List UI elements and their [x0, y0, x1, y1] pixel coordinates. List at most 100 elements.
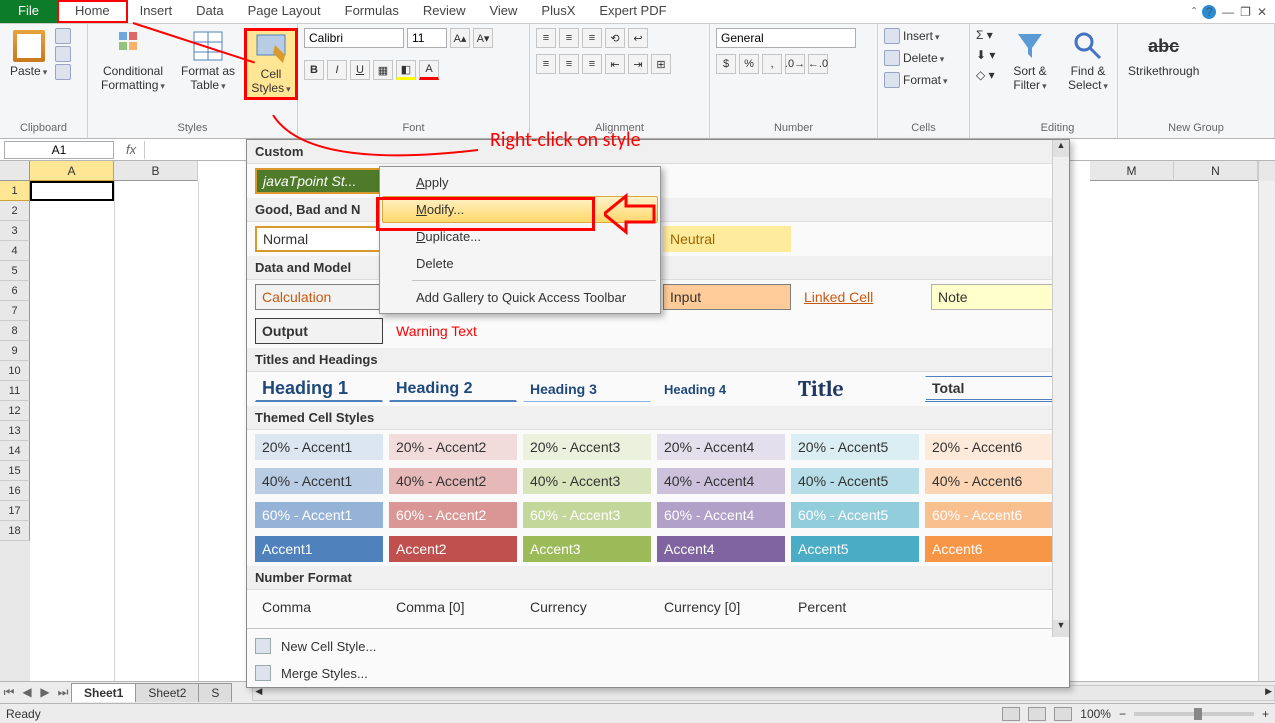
style-heading2[interactable]: Heading 2: [389, 376, 517, 402]
font-name-input[interactable]: [304, 28, 404, 48]
orientation-icon[interactable]: ⟲: [605, 28, 625, 48]
style-warning-text[interactable]: Warning Text: [389, 318, 517, 344]
window-restore-icon[interactable]: ❐: [1240, 5, 1251, 19]
font-color-button[interactable]: A: [419, 60, 439, 80]
decrease-indent-icon[interactable]: ⇤: [605, 54, 625, 74]
row-header[interactable]: 16: [0, 481, 30, 501]
align-left-icon[interactable]: ≡: [536, 54, 556, 74]
autosum-button[interactable]: Σ ▾: [976, 28, 995, 42]
align-middle-icon[interactable]: ≡: [559, 28, 579, 48]
tab-formulas[interactable]: Formulas: [333, 0, 411, 23]
sort-filter-button[interactable]: Sort & Filter: [1004, 28, 1056, 94]
style-currency0[interactable]: Currency [0]: [657, 594, 785, 620]
style-20-accent1[interactable]: 20% - Accent1: [255, 434, 383, 460]
row-header[interactable]: 11: [0, 381, 30, 401]
sheet-nav-prev-icon[interactable]: ◀: [18, 685, 36, 700]
col-header-n[interactable]: N: [1174, 161, 1258, 181]
conditional-formatting-button[interactable]: Conditional Formatting: [94, 28, 172, 94]
scroll-up-icon[interactable]: ▲: [1053, 140, 1069, 157]
window-close-icon[interactable]: ✕: [1257, 5, 1267, 19]
format-as-table-button[interactable]: Format as Table: [176, 28, 240, 94]
tab-plusx[interactable]: PlusX: [529, 0, 587, 23]
style-60-accent2[interactable]: 60% - Accent2: [389, 502, 517, 528]
new-cell-style-button[interactable]: New Cell Style...: [247, 633, 1069, 660]
style-20-accent2[interactable]: 20% - Accent2: [389, 434, 517, 460]
row-header[interactable]: 14: [0, 441, 30, 461]
style-40-accent6[interactable]: 40% - Accent6: [925, 468, 1053, 494]
tab-expert-pdf[interactable]: Expert PDF: [587, 0, 678, 23]
style-accent3[interactable]: Accent3: [523, 536, 651, 562]
col-header-b[interactable]: B: [114, 161, 198, 181]
insert-cells-button[interactable]: Insert: [884, 28, 948, 44]
style-input[interactable]: Input: [663, 284, 791, 310]
view-normal-icon[interactable]: [1002, 707, 1020, 721]
zoom-slider[interactable]: [1134, 712, 1254, 716]
zoom-in-icon[interactable]: +: [1262, 707, 1269, 721]
format-cells-button[interactable]: Format: [884, 72, 948, 88]
style-accent4[interactable]: Accent4: [657, 536, 785, 562]
style-comma0[interactable]: Comma [0]: [389, 594, 517, 620]
align-top-icon[interactable]: ≡: [536, 28, 556, 48]
view-page-break-icon[interactable]: [1054, 707, 1072, 721]
style-comma[interactable]: Comma: [255, 594, 383, 620]
row-header[interactable]: 17: [0, 501, 30, 521]
format-painter-icon[interactable]: [55, 64, 71, 80]
ctx-apply[interactable]: AApplypply: [382, 169, 658, 196]
style-percent[interactable]: Percent: [791, 594, 919, 620]
row-header[interactable]: 5: [0, 261, 30, 281]
zoom-level[interactable]: 100%: [1080, 707, 1111, 721]
align-center-icon[interactable]: ≡: [559, 54, 579, 74]
tab-page-layout[interactable]: Page Layout: [236, 0, 333, 23]
delete-cells-button[interactable]: Delete: [884, 50, 948, 66]
style-40-accent3[interactable]: 40% - Accent3: [523, 468, 651, 494]
ctx-delete[interactable]: Delete: [382, 250, 658, 277]
row-header[interactable]: 12: [0, 401, 30, 421]
tab-home[interactable]: Home: [57, 0, 128, 23]
row-header[interactable]: 8: [0, 321, 30, 341]
cell-styles-button[interactable]: Cell Styles: [244, 28, 298, 100]
decrease-font-icon[interactable]: A▾: [473, 28, 493, 48]
style-title[interactable]: Title: [791, 376, 919, 402]
row-header[interactable]: 18: [0, 521, 30, 541]
sheet-nav-first-icon[interactable]: ⏮: [0, 685, 18, 700]
view-page-layout-icon[interactable]: [1028, 707, 1046, 721]
sheet-tab-1[interactable]: Sheet1: [71, 683, 136, 702]
sheet-tab-2[interactable]: Sheet2: [135, 683, 199, 702]
style-accent2[interactable]: Accent2: [389, 536, 517, 562]
window-minimize-icon[interactable]: —: [1222, 5, 1234, 19]
row-header[interactable]: 2: [0, 201, 30, 221]
style-60-accent4[interactable]: 60% - Accent4: [657, 502, 785, 528]
row-header[interactable]: 10: [0, 361, 30, 381]
style-40-accent5[interactable]: 40% - Accent5: [791, 468, 919, 494]
zoom-out-icon[interactable]: −: [1119, 707, 1126, 721]
fx-icon[interactable]: fx: [118, 142, 144, 157]
style-40-accent1[interactable]: 40% - Accent1: [255, 468, 383, 494]
comma-format-icon[interactable]: ,: [762, 54, 782, 74]
ctx-duplicate[interactable]: Duplicate...: [382, 223, 658, 250]
row-header[interactable]: 4: [0, 241, 30, 261]
row-header[interactable]: 15: [0, 461, 30, 481]
col-header-a[interactable]: A: [30, 161, 114, 181]
name-box[interactable]: [4, 141, 114, 159]
increase-font-icon[interactable]: A▴: [450, 28, 470, 48]
decrease-decimal-icon[interactable]: ←.0: [808, 54, 828, 74]
style-normal[interactable]: Normal: [255, 226, 383, 252]
ctx-modify[interactable]: Modify...: [382, 196, 658, 223]
style-accent6[interactable]: Accent6: [925, 536, 1053, 562]
paste-button[interactable]: Paste: [6, 28, 51, 80]
vertical-scrollbar[interactable]: [1258, 181, 1275, 681]
font-size-input[interactable]: [407, 28, 447, 48]
style-40-accent4[interactable]: 40% - Accent4: [657, 468, 785, 494]
find-select-button[interactable]: Find & Select: [1060, 28, 1116, 94]
minimize-ribbon-icon[interactable]: ˆ: [1192, 5, 1196, 19]
sheet-nav-last-icon[interactable]: ⏭: [54, 685, 72, 700]
sheet-tab-3[interactable]: S: [198, 683, 232, 702]
ctx-add-to-qat[interactable]: Add Gallery to Quick Access Toolbar: [382, 284, 658, 311]
wrap-text-icon[interactable]: ↩: [628, 28, 648, 48]
merge-styles-button[interactable]: Merge Styles...: [247, 660, 1069, 687]
style-accent1[interactable]: Accent1: [255, 536, 383, 562]
percent-format-icon[interactable]: %: [739, 54, 759, 74]
align-bottom-icon[interactable]: ≡: [582, 28, 602, 48]
style-20-accent3[interactable]: 20% - Accent3: [523, 434, 651, 460]
style-output[interactable]: Output: [255, 318, 383, 344]
